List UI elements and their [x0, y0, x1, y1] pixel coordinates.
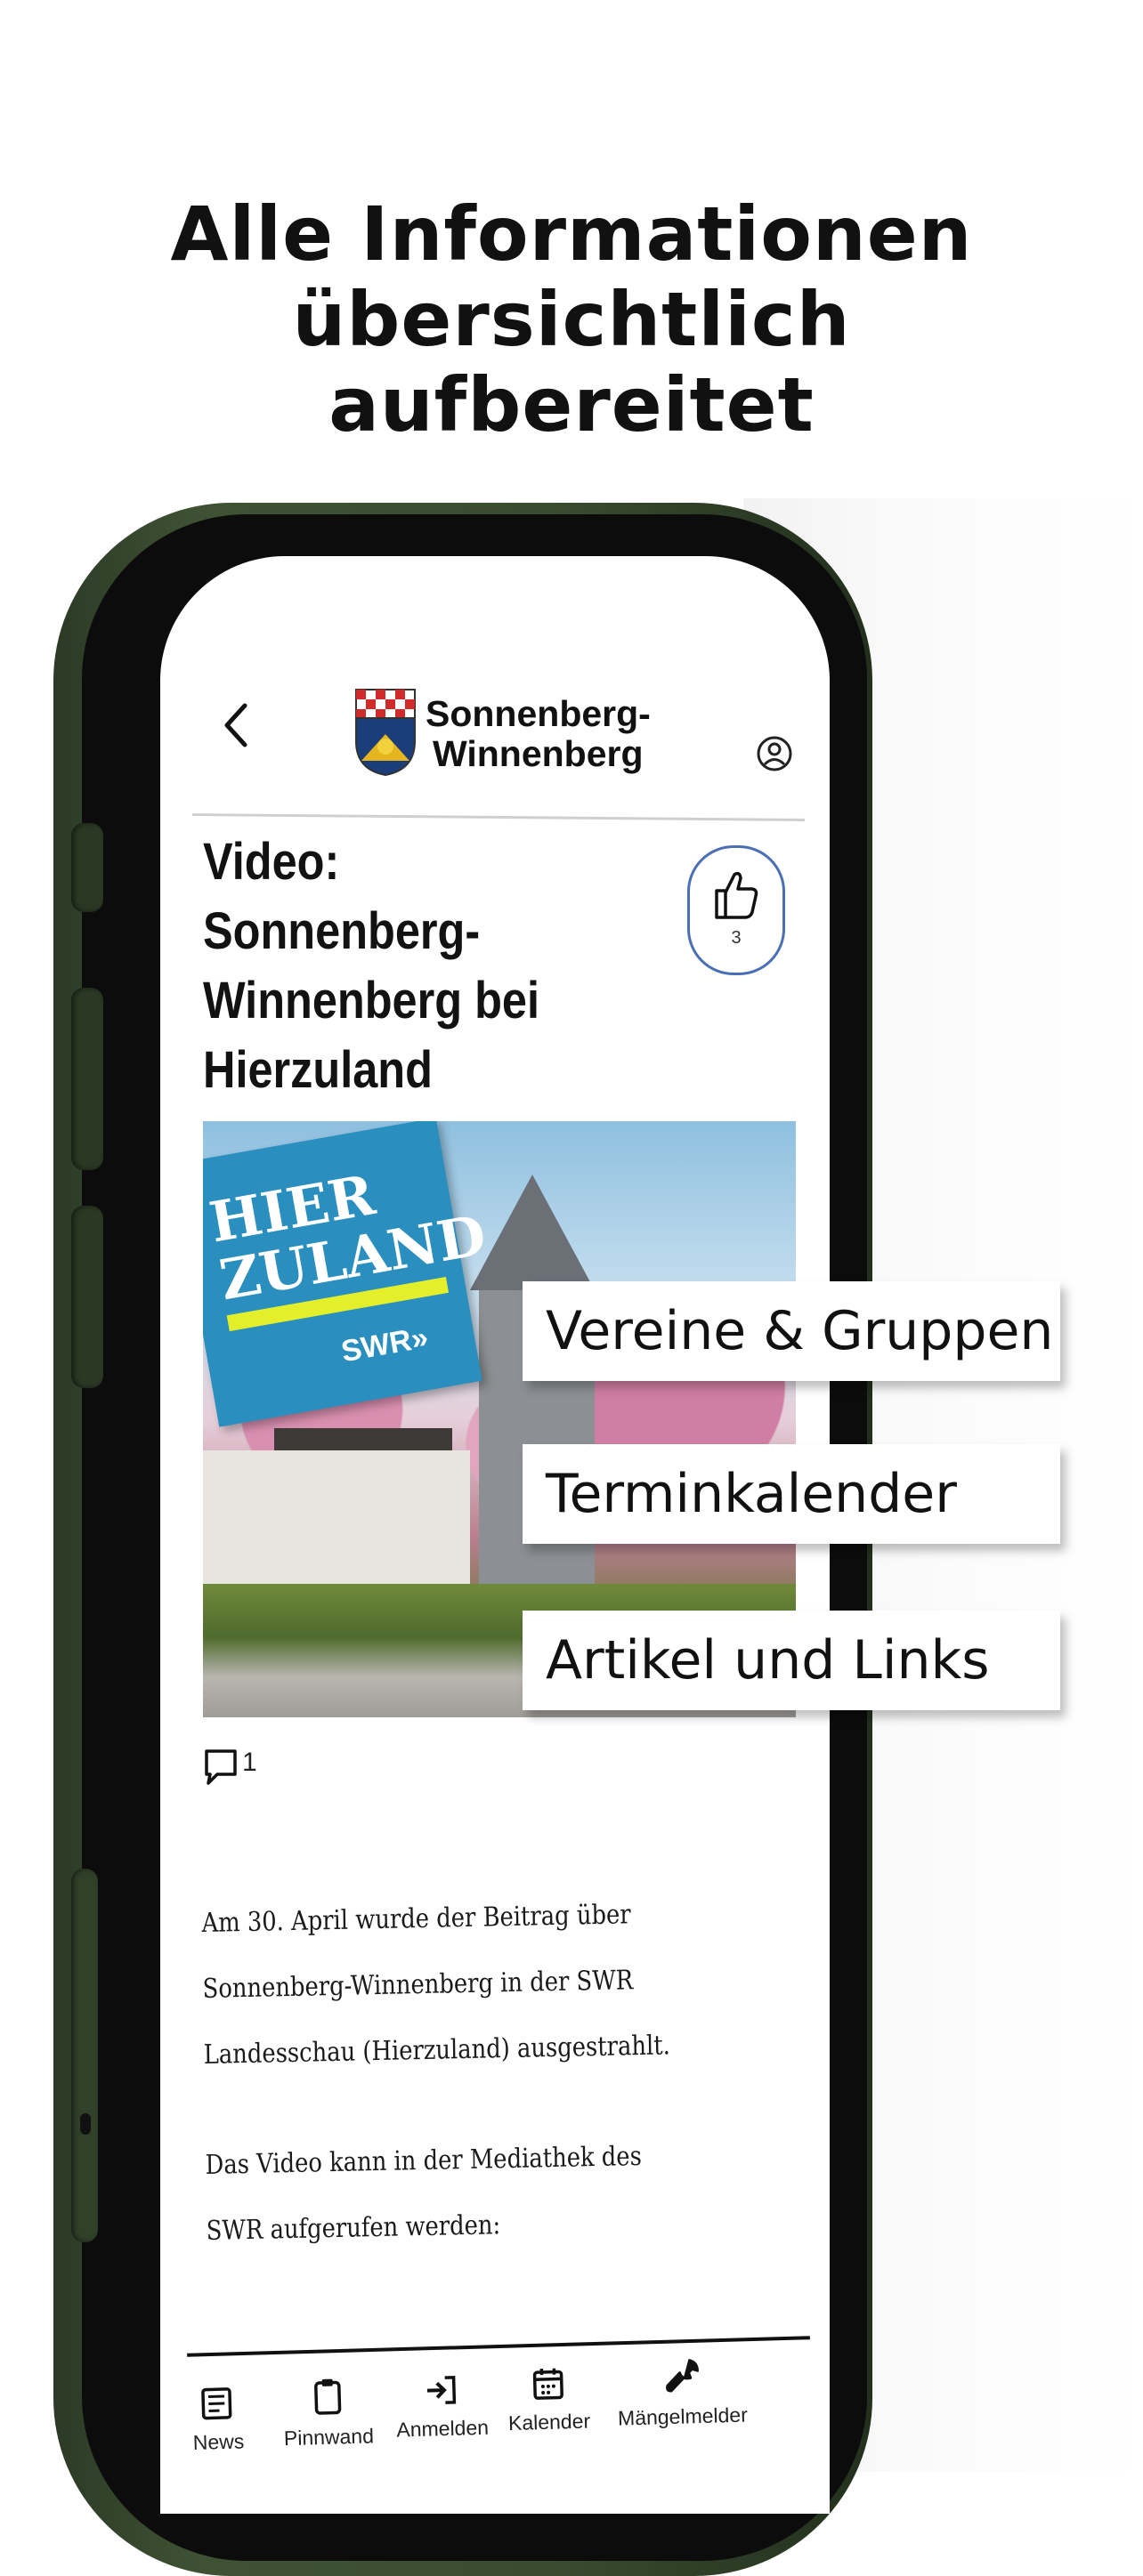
app-brand-name: Sonnenberg- Winnenberg — [426, 694, 651, 774]
phone-mute-switch — [71, 823, 103, 912]
thumbs-up-icon — [711, 868, 761, 921]
marketing-headline: Alle Informationen übersichtlich aufbere… — [0, 191, 1143, 448]
callout-terminkalender: Terminkalender — [523, 1444, 1060, 1544]
tab-pinnwand-label: Pinnwand — [284, 2424, 375, 2450]
tab-kalender-label: Kalender — [508, 2410, 591, 2435]
calendar-icon — [530, 2365, 566, 2402]
tab-maengelmelder-label: Mängelmelder — [618, 2403, 748, 2430]
callout-vereine-gruppen: Vereine & Gruppen — [523, 1281, 1060, 1381]
callout-artikel-links: Artikel und Links — [523, 1611, 1060, 1710]
wrench-icon — [661, 2356, 701, 2396]
phone-volume-up — [71, 988, 103, 1170]
article-paragraph: Das Video kann in der Mediathek des SWR … — [205, 2123, 704, 2265]
tab-news-label: News — [192, 2429, 244, 2454]
like-count: 3 — [690, 928, 782, 949]
speech-bubble-icon — [203, 1748, 239, 1789]
newspaper-icon — [199, 2386, 236, 2422]
like-button[interactable]: 3 — [687, 845, 785, 975]
app-header: Sonnenberg- Winnenberg — [160, 556, 830, 823]
tab-anmelden-label: Anmelden — [396, 2416, 489, 2442]
phone-microphone — [80, 2113, 91, 2135]
swr-logo: SWR» — [339, 1320, 432, 1369]
image-church-roof — [470, 1175, 595, 1290]
phone-volume-down — [71, 1206, 103, 1388]
headline-line-2: übersichtlich — [0, 277, 1143, 362]
tab-maengelmelder[interactable]: Mängelmelder — [605, 2354, 758, 2431]
clipboard-icon — [310, 2377, 346, 2417]
article-paragraph: Am 30. April wurde der Beitrag über Sonn… — [201, 1881, 701, 2088]
brand-line-2: Winnenberg — [426, 734, 651, 774]
comment-count: 1 — [242, 1748, 257, 1778]
hierzuland-sign: HIER ZULAND SWR» — [203, 1121, 482, 1427]
login-icon — [421, 2372, 461, 2409]
article-title: Video: Sonnenberg-Winnenberg bei Hierzul… — [203, 828, 575, 1105]
brand-line-1: Sonnenberg- — [426, 694, 651, 734]
bottom-tab-bar: News Pinnwand Anmelden — [160, 2344, 830, 2514]
header-divider — [192, 813, 805, 821]
user-profile-icon[interactable] — [755, 731, 794, 776]
article-body: Am 30. April wurde der Beitrag über Sonn… — [201, 1881, 705, 2309]
headline-line-3: aufbereitet — [0, 362, 1143, 448]
municipal-crest-icon — [354, 688, 417, 777]
tab-kalender[interactable]: Kalender — [481, 2364, 616, 2436]
headline-line-1: Alle Informationen — [0, 191, 1143, 277]
back-chevron-icon[interactable] — [218, 699, 254, 752]
phone-side-edge — [71, 1869, 98, 2242]
